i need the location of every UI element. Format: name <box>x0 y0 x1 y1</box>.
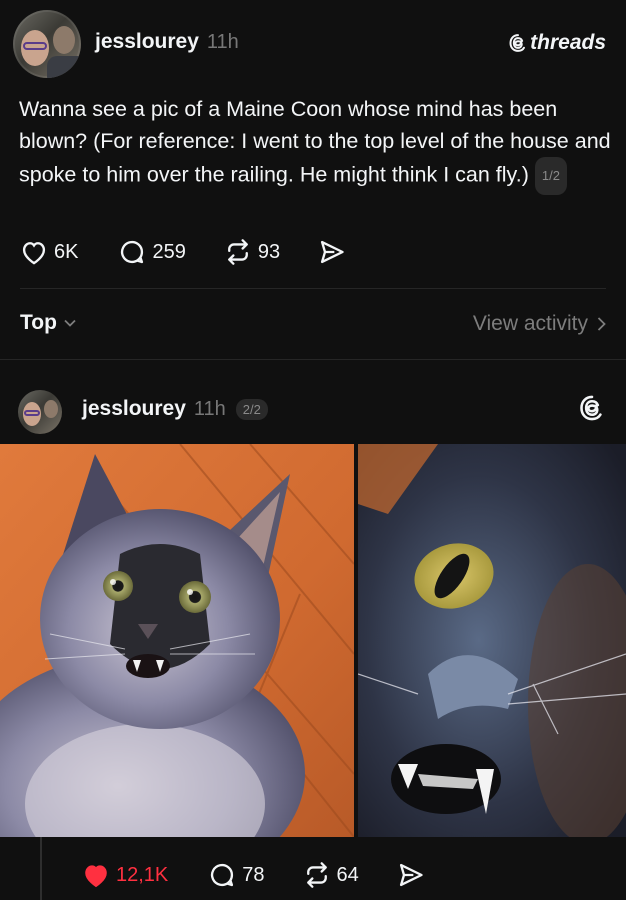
username[interactable]: jesslourey <box>82 397 186 421</box>
brand-label: threads <box>530 31 606 54</box>
repost-icon <box>306 862 327 888</box>
heart-icon <box>22 242 46 265</box>
divider <box>0 359 626 360</box>
sort-label: Top <box>20 311 57 334</box>
sort-dropdown[interactable]: Top <box>20 311 77 335</box>
threads-logo-button[interactable] <box>578 393 606 428</box>
like-button[interactable]: 12,1K <box>82 862 168 888</box>
divider <box>20 288 606 289</box>
repost-icon <box>227 239 248 265</box>
reply-count: 259 <box>152 240 186 263</box>
avatar[interactable] <box>13 10 81 78</box>
repost-count: 93 <box>257 240 281 263</box>
share-icon <box>321 240 344 264</box>
comment-icon <box>211 863 234 887</box>
post-body: Wanna see a pic of a Maine Coon whose mi… <box>19 93 611 195</box>
username[interactable]: jesslourey <box>95 30 199 54</box>
threads-logo-icon <box>509 34 526 52</box>
post-photo[interactable] <box>0 444 354 837</box>
post-actions: 6K 259 93 <box>20 238 346 266</box>
post-header: jesslourey 11h 2/2 <box>82 397 268 421</box>
pager-badge: 1/2 <box>534 157 567 195</box>
reply-button[interactable]: 259 <box>118 238 186 266</box>
share-button[interactable] <box>397 861 425 889</box>
like-count: 12,1K <box>116 863 169 886</box>
like-count: 6K <box>54 240 79 263</box>
post-header: jesslourey 11h <box>95 30 239 54</box>
comment-icon <box>121 240 144 264</box>
share-icon <box>399 863 423 887</box>
cat-closeup-image <box>358 444 626 837</box>
post-time: 11h <box>206 31 239 53</box>
chevron-down-icon <box>64 319 76 327</box>
post-actions: 12,1K 78 64 <box>82 861 425 889</box>
post-photo[interactable] <box>358 444 626 837</box>
repost-count: 64 <box>336 863 359 886</box>
post-time: 11h <box>193 397 226 420</box>
like-button[interactable]: 6K <box>20 239 78 265</box>
reply-count: 78 <box>242 863 265 886</box>
pager-badge: 2/2 <box>235 398 268 420</box>
chevron-right-icon <box>597 317 606 331</box>
post-text: Wanna see a pic of a Maine Coon whose mi… <box>19 97 611 187</box>
thread-line <box>40 837 42 900</box>
threads-logo-icon <box>580 395 602 421</box>
reply-button[interactable]: 78 <box>208 861 265 889</box>
repost-button[interactable]: 64 <box>303 861 359 889</box>
cat-photo-image <box>0 444 354 837</box>
repost-button[interactable]: 93 <box>224 238 280 266</box>
heart-icon <box>85 865 107 888</box>
threads-brand[interactable]: threads <box>508 31 606 55</box>
share-button[interactable] <box>318 238 346 266</box>
view-activity-label: View activity <box>472 312 588 335</box>
avatar[interactable] <box>18 390 62 434</box>
view-activity-link[interactable]: View activity <box>473 312 606 336</box>
